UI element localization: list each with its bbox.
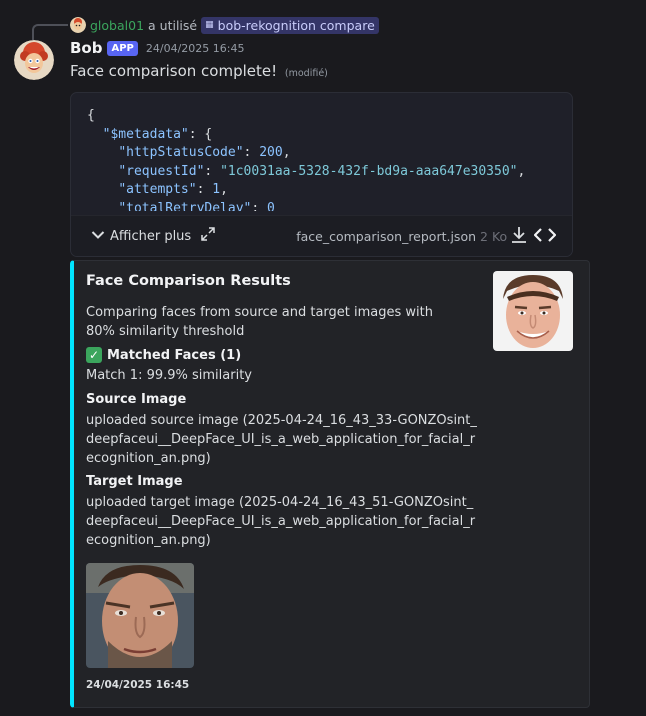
user-avatar-small[interactable] xyxy=(70,17,86,33)
attachment-footer: Afficher plus face_comparison_report.jso… xyxy=(71,215,572,256)
reply-username[interactable]: global01 xyxy=(90,18,144,33)
message-content: Face comparison complete! (modifié) xyxy=(70,62,328,80)
code-line: "requestId": "1c0031aa-5328-432f-bd9a-aa… xyxy=(118,163,526,179)
command-name: bob-rekognition compare xyxy=(217,17,375,33)
download-icon[interactable] xyxy=(510,226,528,248)
author-name[interactable]: Bob xyxy=(70,39,102,57)
target-image-heading: Target Image xyxy=(86,474,183,489)
match-result: Match 1: 99.9% similarity xyxy=(86,368,252,383)
attachment-filesize: 2 Ko xyxy=(480,228,508,244)
embed-image[interactable] xyxy=(86,563,194,668)
source-image-value: uploaded source image (2025-04-24_16_43_… xyxy=(86,413,477,466)
code-line: "$metadata": { xyxy=(102,126,213,142)
apps-icon: ▦ xyxy=(205,20,214,30)
reply-action: a utilisé xyxy=(148,17,198,33)
edited-marker: (modifié) xyxy=(284,68,328,79)
embed-footer-timestamp: 24/04/2025 16:45 xyxy=(86,679,190,691)
check-mark-icon: ✓ xyxy=(86,347,102,363)
results-embed: Face Comparison Results Comparing faces … xyxy=(70,260,590,708)
code-line: "httpStatusCode": 200, xyxy=(118,145,291,160)
target-image-value: uploaded target image (2025-04-24_16_43_… xyxy=(86,495,476,548)
code-icon[interactable] xyxy=(533,226,557,248)
message-text: Face comparison complete! xyxy=(70,62,278,80)
expand-arrows-icon[interactable] xyxy=(201,227,215,245)
message-timestamp: 24/04/2025 16:45 xyxy=(145,41,245,55)
reply-context: global01 a utilisé ▦ bob-rekognition com… xyxy=(70,16,379,34)
reply-connector xyxy=(32,24,68,40)
expand-button[interactable]: Afficher plus xyxy=(91,227,215,245)
embed-description: Comparing faces from source and target i… xyxy=(86,305,434,339)
app-badge: APP xyxy=(107,40,138,56)
source-image-heading: Source Image xyxy=(86,392,187,407)
command-pill[interactable]: ▦ bob-rekognition compare xyxy=(201,16,379,34)
matched-faces-title: Matched Faces (1) xyxy=(107,347,242,363)
embed-title: Face Comparison Results xyxy=(86,273,291,289)
attachment-filename[interactable]: face_comparison_report.json xyxy=(296,229,476,244)
code-line: { xyxy=(87,108,95,123)
code-line: "totalRetryDelay": 0 xyxy=(118,200,275,212)
embed-thumbnail[interactable] xyxy=(493,271,573,351)
expand-label: Afficher plus xyxy=(110,228,192,244)
code-preview: { "$metadata": { "httpStatusCode": 200, … xyxy=(71,93,572,211)
bot-avatar[interactable] xyxy=(14,40,54,80)
code-line: "attempts": 1, xyxy=(118,182,228,197)
message-header: Bob APP 24/04/2025 16:45 xyxy=(70,39,245,57)
matched-faces-heading: ✓ Matched Faces (1) xyxy=(86,347,241,363)
json-attachment: { "$metadata": { "httpStatusCode": 200, … xyxy=(70,92,573,257)
chevron-down-icon xyxy=(91,229,105,244)
